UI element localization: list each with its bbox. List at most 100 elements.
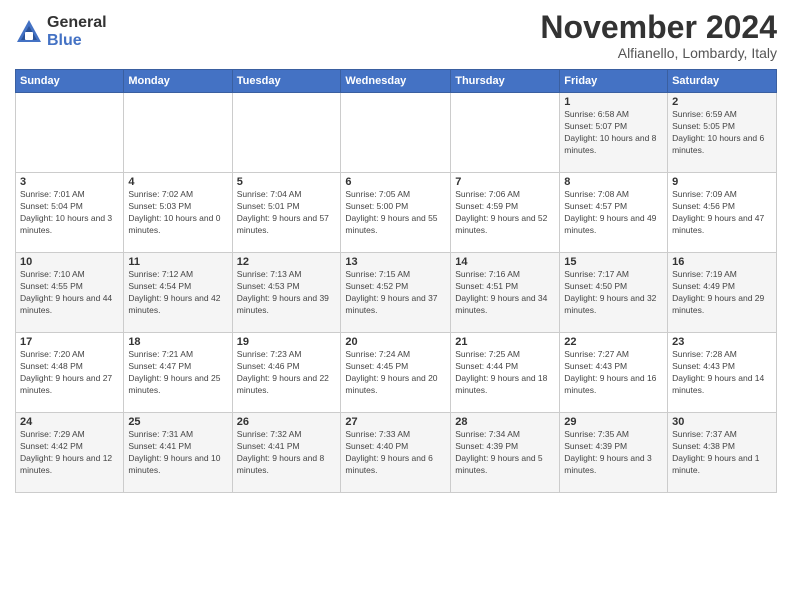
month-title: November 2024: [540, 10, 777, 45]
calendar-week-3: 10Sunrise: 7:10 AM Sunset: 4:55 PM Dayli…: [16, 253, 777, 333]
day-info: Sunrise: 7:23 AM Sunset: 4:46 PM Dayligh…: [237, 349, 337, 397]
day-number: 15: [564, 256, 663, 268]
day-number: 4: [128, 176, 227, 188]
day-info: Sunrise: 7:13 AM Sunset: 4:53 PM Dayligh…: [237, 269, 337, 317]
calendar-cell: 1Sunrise: 6:58 AM Sunset: 5:07 PM Daylig…: [560, 93, 668, 173]
day-number: 28: [455, 416, 555, 428]
calendar-cell: 4Sunrise: 7:02 AM Sunset: 5:03 PM Daylig…: [124, 173, 232, 253]
location-title: Alfianello, Lombardy, Italy: [540, 45, 777, 61]
day-number: 13: [345, 256, 446, 268]
calendar-cell: 23Sunrise: 7:28 AM Sunset: 4:43 PM Dayli…: [668, 333, 777, 413]
calendar-cell: 18Sunrise: 7:21 AM Sunset: 4:47 PM Dayli…: [124, 333, 232, 413]
title-area: November 2024 Alfianello, Lombardy, Ital…: [540, 10, 777, 61]
day-number: 25: [128, 416, 227, 428]
day-number: 22: [564, 336, 663, 348]
calendar-cell: 25Sunrise: 7:31 AM Sunset: 4:41 PM Dayli…: [124, 413, 232, 493]
day-info: Sunrise: 7:01 AM Sunset: 5:04 PM Dayligh…: [20, 189, 119, 237]
logo-general-text: General: [47, 14, 107, 32]
weekday-header-row: SundayMondayTuesdayWednesdayThursdayFrid…: [16, 70, 777, 93]
calendar-cell: 8Sunrise: 7:08 AM Sunset: 4:57 PM Daylig…: [560, 173, 668, 253]
day-number: 3: [20, 176, 119, 188]
calendar-week-2: 3Sunrise: 7:01 AM Sunset: 5:04 PM Daylig…: [16, 173, 777, 253]
weekday-header-saturday: Saturday: [668, 70, 777, 93]
day-info: Sunrise: 7:37 AM Sunset: 4:38 PM Dayligh…: [672, 429, 772, 477]
day-info: Sunrise: 7:19 AM Sunset: 4:49 PM Dayligh…: [672, 269, 772, 317]
day-info: Sunrise: 7:24 AM Sunset: 4:45 PM Dayligh…: [345, 349, 446, 397]
day-number: 27: [345, 416, 446, 428]
day-info: Sunrise: 7:25 AM Sunset: 4:44 PM Dayligh…: [455, 349, 555, 397]
calendar-cell: 21Sunrise: 7:25 AM Sunset: 4:44 PM Dayli…: [451, 333, 560, 413]
day-info: Sunrise: 7:15 AM Sunset: 4:52 PM Dayligh…: [345, 269, 446, 317]
day-info: Sunrise: 7:31 AM Sunset: 4:41 PM Dayligh…: [128, 429, 227, 477]
calendar-cell: 13Sunrise: 7:15 AM Sunset: 4:52 PM Dayli…: [341, 253, 451, 333]
day-info: Sunrise: 7:17 AM Sunset: 4:50 PM Dayligh…: [564, 269, 663, 317]
calendar-cell: [232, 93, 341, 173]
calendar-cell: 30Sunrise: 7:37 AM Sunset: 4:38 PM Dayli…: [668, 413, 777, 493]
calendar-cell: 2Sunrise: 6:59 AM Sunset: 5:05 PM Daylig…: [668, 93, 777, 173]
day-info: Sunrise: 7:27 AM Sunset: 4:43 PM Dayligh…: [564, 349, 663, 397]
day-number: 6: [345, 176, 446, 188]
day-number: 10: [20, 256, 119, 268]
day-info: Sunrise: 7:29 AM Sunset: 4:42 PM Dayligh…: [20, 429, 119, 477]
day-number: 29: [564, 416, 663, 428]
calendar-cell: 11Sunrise: 7:12 AM Sunset: 4:54 PM Dayli…: [124, 253, 232, 333]
day-number: 14: [455, 256, 555, 268]
weekday-header-thursday: Thursday: [451, 70, 560, 93]
day-number: 1: [564, 96, 663, 108]
day-info: Sunrise: 7:16 AM Sunset: 4:51 PM Dayligh…: [455, 269, 555, 317]
day-info: Sunrise: 7:12 AM Sunset: 4:54 PM Dayligh…: [128, 269, 227, 317]
day-number: 17: [20, 336, 119, 348]
day-info: Sunrise: 7:05 AM Sunset: 5:00 PM Dayligh…: [345, 189, 446, 237]
calendar-cell: 3Sunrise: 7:01 AM Sunset: 5:04 PM Daylig…: [16, 173, 124, 253]
day-number: 5: [237, 176, 337, 188]
calendar-table: SundayMondayTuesdayWednesdayThursdayFrid…: [15, 69, 777, 493]
day-number: 11: [128, 256, 227, 268]
logo-blue-text: Blue: [47, 32, 107, 50]
day-number: 30: [672, 416, 772, 428]
calendar-cell: 27Sunrise: 7:33 AM Sunset: 4:40 PM Dayli…: [341, 413, 451, 493]
day-info: Sunrise: 7:21 AM Sunset: 4:47 PM Dayligh…: [128, 349, 227, 397]
day-info: Sunrise: 7:02 AM Sunset: 5:03 PM Dayligh…: [128, 189, 227, 237]
day-info: Sunrise: 7:34 AM Sunset: 4:39 PM Dayligh…: [455, 429, 555, 477]
calendar-cell: 14Sunrise: 7:16 AM Sunset: 4:51 PM Dayli…: [451, 253, 560, 333]
day-number: 12: [237, 256, 337, 268]
day-number: 18: [128, 336, 227, 348]
calendar-cell: 20Sunrise: 7:24 AM Sunset: 4:45 PM Dayli…: [341, 333, 451, 413]
calendar-cell: 15Sunrise: 7:17 AM Sunset: 4:50 PM Dayli…: [560, 253, 668, 333]
day-info: Sunrise: 7:08 AM Sunset: 4:57 PM Dayligh…: [564, 189, 663, 237]
day-number: 24: [20, 416, 119, 428]
calendar-week-4: 17Sunrise: 7:20 AM Sunset: 4:48 PM Dayli…: [16, 333, 777, 413]
calendar-cell: [451, 93, 560, 173]
day-info: Sunrise: 7:28 AM Sunset: 4:43 PM Dayligh…: [672, 349, 772, 397]
calendar-cell: [341, 93, 451, 173]
calendar-cell: 10Sunrise: 7:10 AM Sunset: 4:55 PM Dayli…: [16, 253, 124, 333]
calendar-cell: 28Sunrise: 7:34 AM Sunset: 4:39 PM Dayli…: [451, 413, 560, 493]
calendar-cell: 16Sunrise: 7:19 AM Sunset: 4:49 PM Dayli…: [668, 253, 777, 333]
page-container: General Blue November 2024 Alfianello, L…: [0, 0, 792, 503]
day-number: 23: [672, 336, 772, 348]
calendar-cell: 7Sunrise: 7:06 AM Sunset: 4:59 PM Daylig…: [451, 173, 560, 253]
weekday-header-tuesday: Tuesday: [232, 70, 341, 93]
calendar-cell: 24Sunrise: 7:29 AM Sunset: 4:42 PM Dayli…: [16, 413, 124, 493]
day-info: Sunrise: 7:09 AM Sunset: 4:56 PM Dayligh…: [672, 189, 772, 237]
day-number: 21: [455, 336, 555, 348]
calendar-cell: 5Sunrise: 7:04 AM Sunset: 5:01 PM Daylig…: [232, 173, 341, 253]
day-info: Sunrise: 7:20 AM Sunset: 4:48 PM Dayligh…: [20, 349, 119, 397]
day-info: Sunrise: 6:58 AM Sunset: 5:07 PM Dayligh…: [564, 109, 663, 157]
day-number: 9: [672, 176, 772, 188]
day-info: Sunrise: 7:35 AM Sunset: 4:39 PM Dayligh…: [564, 429, 663, 477]
weekday-header-monday: Monday: [124, 70, 232, 93]
calendar-cell: [16, 93, 124, 173]
calendar-cell: 6Sunrise: 7:05 AM Sunset: 5:00 PM Daylig…: [341, 173, 451, 253]
calendar-week-1: 1Sunrise: 6:58 AM Sunset: 5:07 PM Daylig…: [16, 93, 777, 173]
day-number: 7: [455, 176, 555, 188]
logo: General Blue: [15, 14, 107, 49]
day-number: 20: [345, 336, 446, 348]
day-number: 2: [672, 96, 772, 108]
weekday-header-wednesday: Wednesday: [341, 70, 451, 93]
calendar-cell: [124, 93, 232, 173]
calendar-week-5: 24Sunrise: 7:29 AM Sunset: 4:42 PM Dayli…: [16, 413, 777, 493]
day-number: 16: [672, 256, 772, 268]
weekday-header-friday: Friday: [560, 70, 668, 93]
day-number: 8: [564, 176, 663, 188]
